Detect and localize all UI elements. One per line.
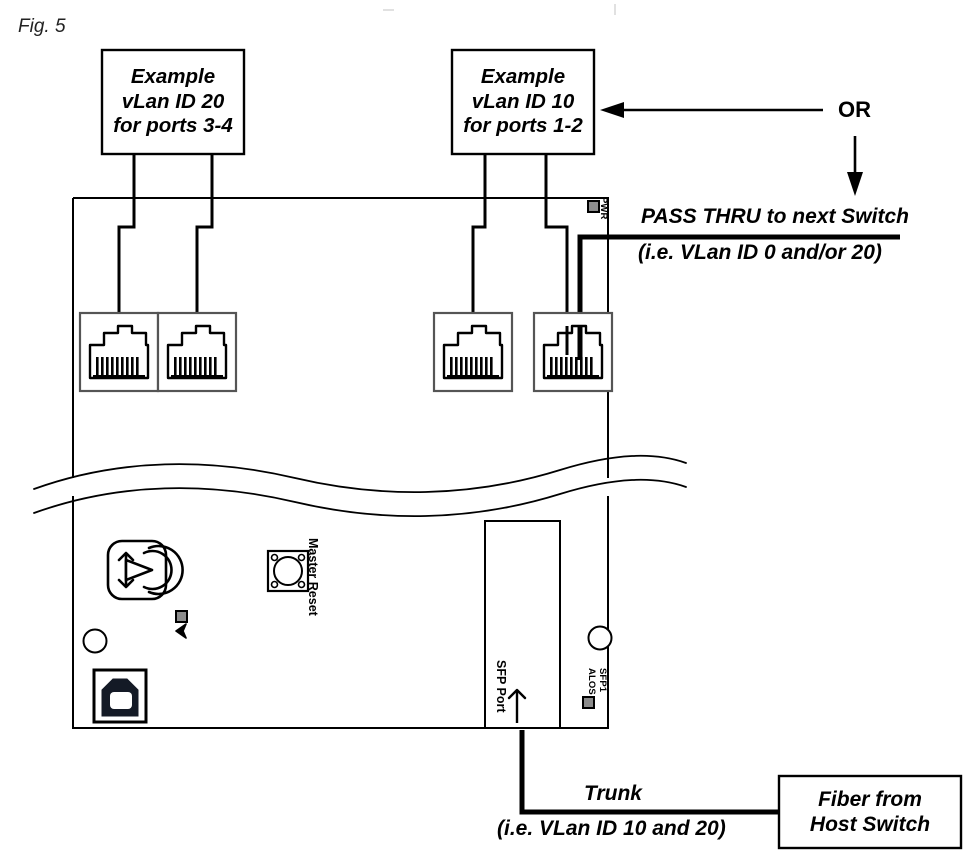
passthru-label-line-1: PASS THRU to next Switch (641, 205, 909, 228)
rj45-port-4-graphic (78, 311, 160, 393)
vlan10-line-1: Example (480, 65, 566, 89)
screw-hole-right (587, 625, 613, 651)
or-arrow-head-down (847, 172, 863, 196)
sfp1-alos-led-graphic (582, 696, 595, 709)
vlan20-line-1: Example (130, 65, 216, 89)
pwr-indicator-label: PWR (598, 197, 609, 220)
chevron-left-mark-icon (175, 623, 187, 639)
vlan10-line-2: vLan ID 10 (471, 89, 575, 113)
or-arrow-head-left (600, 102, 624, 118)
fiber-line-1: Fiber from (818, 787, 922, 811)
break-wave-bottom (33, 478, 687, 518)
master-reset-label: Master Reset (306, 538, 320, 616)
trunk-label-line-1: Trunk (584, 782, 642, 805)
fiber-host-switch-label: Fiber from Host Switch (779, 776, 961, 848)
link-trunk-fiber (519, 730, 779, 815)
vlan20-callout-label: Example vLan ID 20 for ports 3-4 (102, 50, 244, 154)
vlan10-line-3: for ports 1-2 (463, 114, 583, 138)
fiber-line-2: Host Switch (809, 813, 931, 836)
vlan20-line-3: for ports 3-4 (113, 114, 233, 138)
brand-logo-graphic (106, 539, 184, 601)
figure-label: Fig. 5 (18, 16, 66, 37)
master-reset-button-graphic (266, 549, 310, 593)
vlan20-line-2: vLan ID 20 (121, 89, 225, 113)
status-led-graphic (175, 610, 188, 623)
screw-hole-left (82, 628, 108, 654)
rj45-port-3-graphic (156, 311, 238, 393)
sfp1-indicator-label: SFP1 (597, 668, 608, 693)
figure-canvas: Fig. 5 Example vLan ID 20 for ports 3-4 … (0, 0, 968, 856)
scan-artifacts (383, 4, 616, 15)
rj45-port-1-graphic (532, 311, 614, 393)
alos-indicator-label: ALOS (586, 668, 597, 695)
sfp-port-label: SFP Port (494, 660, 508, 713)
or-label: OR (838, 97, 871, 122)
usb-type-b-port-graphic (92, 668, 148, 724)
vlan10-callout-label: Example vLan ID 10 for ports 1-2 (452, 50, 594, 154)
trunk-label-line-2: (i.e. VLan ID 10 and 20) (497, 817, 726, 840)
passthru-label-line-2: (i.e. VLan ID 0 and/or 20) (638, 241, 882, 264)
rj45-port-2-graphic (432, 311, 514, 393)
